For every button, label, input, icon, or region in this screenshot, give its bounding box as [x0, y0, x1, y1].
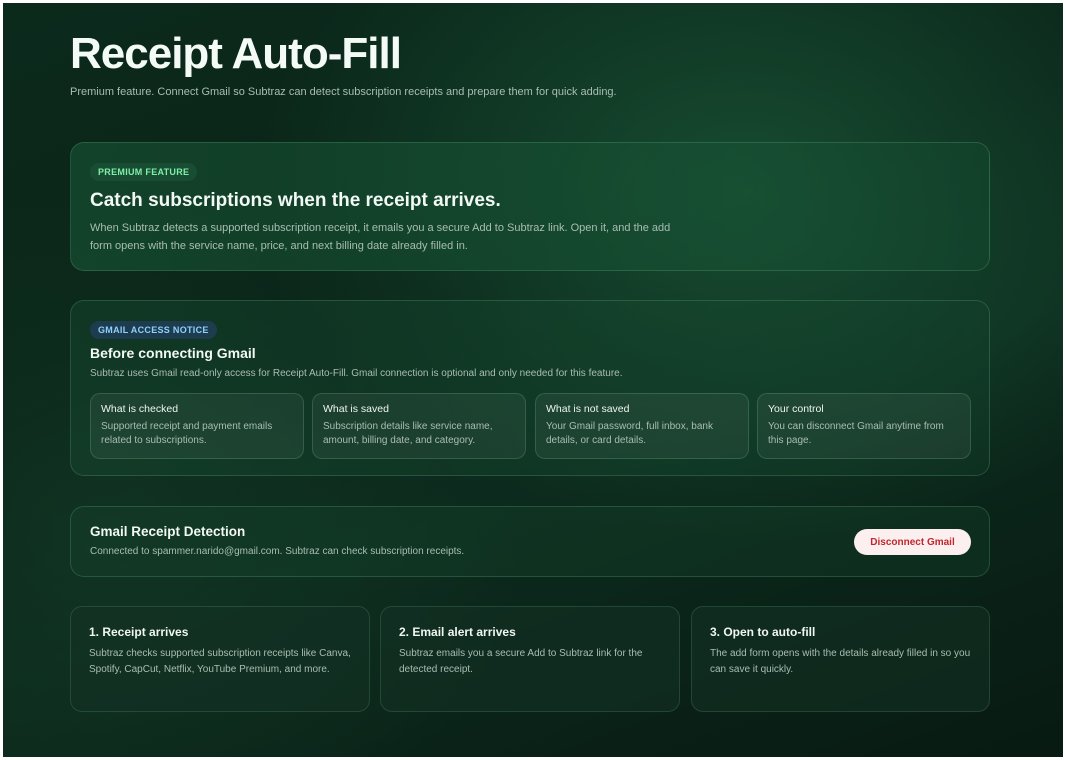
- step-text: Subtraz emails you a secure Add to Subtr…: [399, 648, 643, 675]
- gmail-access-badge: GMAIL ACCESS NOTICE: [90, 321, 217, 339]
- info-box-what-is-checked: What is checked Supported receipt and pa…: [90, 393, 304, 459]
- step-title: 1. Receipt arrives: [89, 625, 189, 639]
- premium-feature-card: PREMIUM FEATURE Catch subscriptions when…: [70, 142, 990, 271]
- info-box-text: Supported receipt and payment emails rel…: [101, 421, 273, 446]
- app-frame: Receipt Auto-Fill Premium feature. Conne…: [3, 3, 1063, 757]
- step-card-receipt-arrives: 1. Receipt arrives Subtraz checks suppor…: [70, 606, 370, 712]
- gmail-receipt-detection-card: Gmail Receipt Detection Connected to spa…: [70, 506, 990, 577]
- connection-status: Connected to spammer.narido@gmail.com. S…: [90, 546, 465, 557]
- info-box-title: What is saved: [323, 403, 389, 415]
- notice-description: Subtraz uses Gmail read-only access for …: [90, 368, 623, 379]
- notice-heading: Before connecting Gmail: [90, 345, 256, 361]
- detection-heading: Gmail Receipt Detection: [90, 524, 246, 539]
- step-text: Subtraz checks supported subscription re…: [89, 648, 351, 675]
- step-card-email-alert: 2. Email alert arrives Subtraz emails yo…: [380, 606, 680, 712]
- premium-description: When Subtraz detects a supported subscri…: [90, 222, 671, 252]
- premium-heading: Catch subscriptions when the receipt arr…: [90, 190, 501, 211]
- premium-badge: PREMIUM FEATURE: [90, 163, 198, 181]
- info-box-title: What is checked: [101, 403, 179, 415]
- info-box-what-is-saved: What is saved Subscription details like …: [312, 393, 526, 459]
- page-subtitle: Premium feature. Connect Gmail so Subtra…: [70, 86, 617, 98]
- disconnect-gmail-button[interactable]: Disconnect Gmail: [854, 529, 971, 555]
- info-box-text: You can disconnect Gmail anytime from th…: [768, 421, 944, 446]
- info-box-your-control: Your control You can disconnect Gmail an…: [757, 393, 971, 459]
- gmail-access-notice-card: GMAIL ACCESS NOTICE Before connecting Gm…: [70, 300, 990, 476]
- step-card-open-to-autofill: 3. Open to auto-fill The add form opens …: [691, 606, 990, 712]
- step-text: The add form opens with the details alre…: [710, 648, 971, 675]
- step-title: 3. Open to auto-fill: [710, 625, 816, 639]
- info-box-text: Your Gmail password, full inbox, bank de…: [546, 421, 713, 446]
- info-box-title: What is not saved: [546, 403, 630, 415]
- info-box-text: Subscription details like service name, …: [323, 421, 493, 446]
- info-box-what-is-not-saved: What is not saved Your Gmail password, f…: [535, 393, 749, 459]
- page-title: Receipt Auto-Fill: [70, 29, 402, 78]
- step-title: 2. Email alert arrives: [399, 625, 516, 639]
- info-box-title: Your control: [768, 403, 824, 415]
